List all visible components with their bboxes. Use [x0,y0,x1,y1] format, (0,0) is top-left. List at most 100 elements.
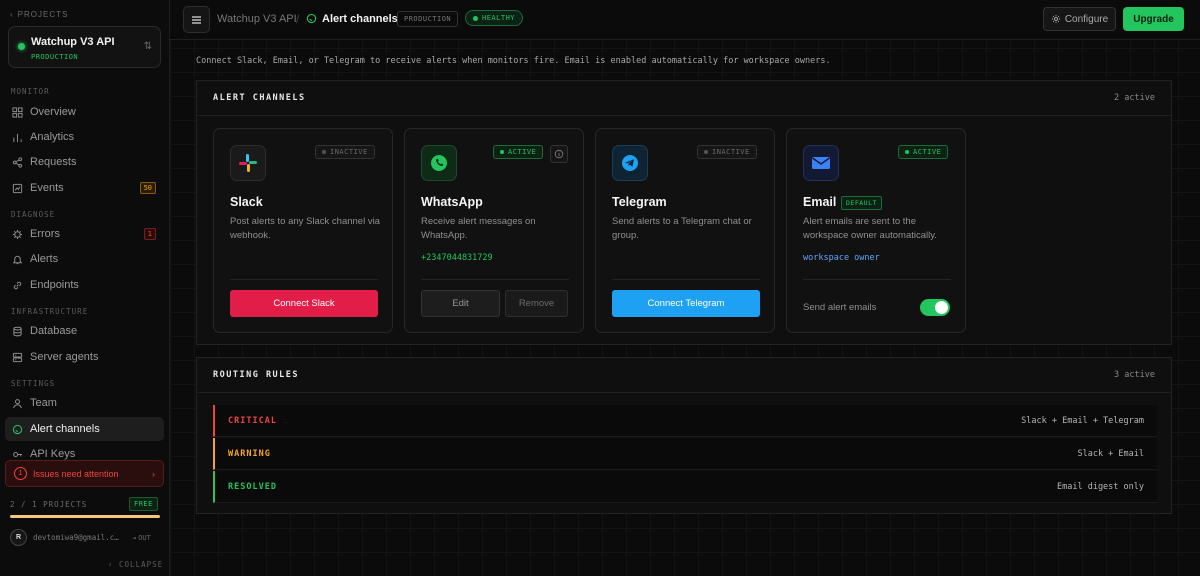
sidebar-item-analytics[interactable]: Analytics [5,125,164,149]
issues-label: Issues need attention [33,468,119,479]
channel-name: Telegram [612,195,667,209]
sidebar-item-errors[interactable]: Errors 1 [5,222,164,246]
status-dot-icon [473,15,478,21]
top-bar: Watchup V3 API / Alert channels PRODUCTI… [170,0,1200,40]
logout-button[interactable]: ⇥ OUT [132,534,151,542]
status-badge: INACTIVE [697,145,757,159]
phone-number: +2347044831729 [421,253,493,263]
sidebar-item-label: API Keys [30,448,76,460]
user-icon [13,398,22,408]
rule-level: CRITICAL [228,415,277,426]
breadcrumb-project[interactable]: Watchup V3 API [217,13,297,25]
issues-banner[interactable]: 1 Issues need attention › [5,460,164,487]
sidebar-item-label: Overview [30,106,76,118]
gear-icon [1051,14,1060,24]
toggle-label: Send alert emails [803,302,877,313]
events-icon [12,183,23,193]
sidebar-item-endpoints[interactable]: Endpoints [5,273,164,297]
sidebar-item-team[interactable]: Team [5,391,164,415]
divider [803,279,951,280]
chevron-left-icon: ‹ [108,560,114,569]
active-count: 2 active [1114,93,1155,103]
project-switcher[interactable]: Watchup V3 API PRODUCTION ⇅ [8,26,161,68]
panel-title: ROUTING RULES [213,370,300,380]
status-label: INACTIVE [330,148,368,156]
project-name: Watchup V3 API [31,36,115,48]
projects-back-link[interactable]: ‹ PROJECTS [10,10,68,19]
user-email: devtomiwa9@gmail.c… [33,533,119,542]
status-dot-icon [322,150,326,154]
status-badge: ACTIVE [493,145,544,159]
remove-button[interactable]: Remove [505,290,568,317]
grid-icon [12,106,23,118]
channel-name: Slack [230,195,263,209]
chevron-right-icon: › [152,469,155,479]
intro-text: Connect Slack, Email, or Telegram to rec… [196,56,831,66]
channel-name: Email [803,195,837,209]
sidebar-item-overview[interactable]: Overview [5,100,164,124]
collapse-button[interactable]: ‹ COLLAPSE [108,560,163,569]
test-button[interactable] [550,145,568,163]
sidebar-item-label: Errors [30,228,60,240]
panel-header: ROUTING RULES 3 active [197,358,1171,393]
status-dot-icon [18,43,25,50]
chat-icon [12,424,23,434]
sidebar-item-server-agents[interactable]: Server agents [5,345,164,369]
sidebar-item-alert-channels[interactable]: Alert channels [5,417,164,441]
channel-description: Post alerts to any Slack channel via web… [230,216,380,241]
page-title: Alert channels [322,13,398,25]
sidebar-item-alerts[interactable]: Alerts [5,247,164,271]
routing-rule-critical[interactable]: CRITICAL Slack + Email + Telegram [213,405,1157,437]
rule-channels: Slack + Email [1077,448,1144,459]
swap-icon: ⇅ [143,41,152,52]
project-env: PRODUCTION [31,53,79,61]
sidebar-item-label: Events [30,182,64,194]
panel-title: ALERT CHANNELS [213,93,306,103]
section-monitor: MONITOR [11,87,50,96]
routing-rule-resolved[interactable]: RESOLVED Email digest only [213,471,1157,503]
section-settings: SETTINGS [11,379,56,388]
send-alert-emails-toggle[interactable] [920,299,950,316]
connect-telegram-button[interactable]: Connect Telegram [612,290,760,317]
status-dot-icon [704,150,708,154]
status-dot-icon [905,150,909,154]
routing-rule-warning[interactable]: WARNING Slack + Email [213,438,1157,470]
channel-card-email: ACTIVE Email DEFAULT Alert emails are se… [786,128,966,333]
divider [421,279,569,280]
sidebar: ‹ PROJECTS Watchup V3 API PRODUCTION ⇅ M… [0,0,170,576]
rule-channels: Email digest only [1057,481,1144,492]
sidebar-item-requests[interactable]: Requests [5,150,164,174]
health-pill: HEALTHY [465,10,524,26]
bell-icon [12,255,23,264]
info-icon [554,149,564,159]
user-account[interactable]: R devtomiwa9@gmail.c… [10,529,119,546]
active-count: 3 active [1114,370,1155,380]
divider [230,279,378,280]
share-icon [12,156,23,168]
plan-usage-bar [10,515,160,518]
bug-icon [12,229,23,239]
status-label: INACTIVE [712,148,750,156]
menu-icon [192,15,201,24]
whatsapp-icon [421,145,457,181]
divider [612,279,760,280]
sidebar-item-label: Alerts [30,253,59,265]
collapse-label: COLLAPSE [119,560,164,569]
status-dot-icon [500,150,504,154]
sidebar-item-database[interactable]: Database [5,319,164,343]
recipient-label: workspace owner [803,253,880,263]
routing-rules-panel: ROUTING RULES 3 active CRITICAL Slack + … [196,357,1172,514]
rule-channels: Slack + Email + Telegram [1021,415,1144,426]
env-pill: PRODUCTION [397,11,459,27]
chart-icon [13,133,22,142]
connect-slack-button[interactable]: Connect Slack [230,290,378,317]
upgrade-button[interactable]: Upgrade [1123,7,1184,31]
sidebar-item-label: Server agents [30,351,99,363]
plan-usage: 2 / 1 PROJECTS [10,500,88,509]
sidebar-item-events[interactable]: Events 50 [5,176,164,200]
edit-button[interactable]: Edit [421,290,500,317]
avatar: R [10,529,27,546]
channel-name: WhatsApp [421,195,483,209]
menu-button[interactable] [183,6,210,33]
configure-button[interactable]: Configure [1043,7,1116,31]
